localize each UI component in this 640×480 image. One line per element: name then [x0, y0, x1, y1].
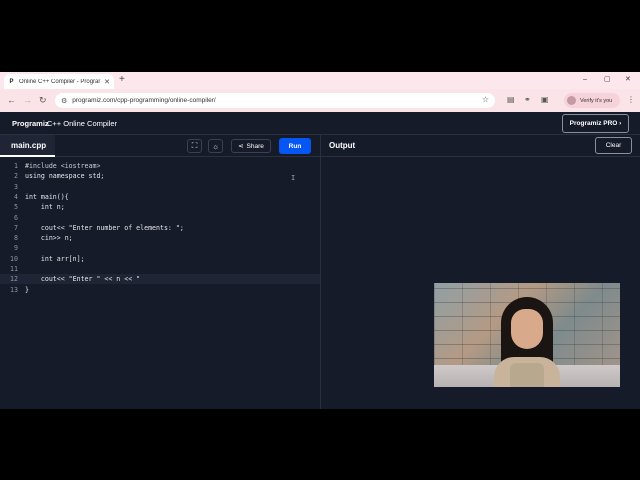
fullscreen-icon[interactable]: ⛶: [187, 139, 202, 153]
line-number: 6: [14, 213, 18, 222]
run-button[interactable]: Run: [279, 138, 311, 154]
maximize-button[interactable]: ▢: [604, 74, 611, 86]
tab-title: Online C++ Compiler - Prograr: [19, 78, 101, 85]
code-line[interactable]: 13}: [0, 285, 320, 295]
site-info-icon[interactable]: ⚙: [61, 97, 67, 105]
code-text[interactable]: cout<< "Enter " << n << ": [25, 274, 140, 284]
screenshot-icon[interactable]: ▣: [541, 95, 549, 105]
code-text[interactable]: cout<< "Enter number of elements: ";: [25, 223, 184, 233]
programiz-pro-button[interactable]: Programiz PRO ›: [562, 114, 629, 133]
page-title: C++ Online Compiler: [47, 119, 118, 128]
clear-button[interactable]: Clear: [595, 137, 632, 154]
url-text: programiz.com/cpp-programming/online-com…: [72, 97, 216, 104]
webcam-person-top: [510, 363, 544, 387]
line-number: 9: [14, 244, 18, 253]
code-text[interactable]: }: [25, 285, 29, 295]
theme-toggle-icon[interactable]: ☼: [208, 139, 223, 153]
close-window-button[interactable]: ✕: [625, 74, 631, 86]
line-number: 10: [10, 254, 18, 263]
code-text[interactable]: using namespace std;: [25, 171, 104, 181]
profile-button[interactable]: Verify it's you: [564, 93, 620, 108]
code-text[interactable]: int arr[n];: [25, 254, 85, 264]
code-line[interactable]: 5 int n;: [0, 202, 320, 212]
line-number: 2: [14, 172, 18, 181]
code-line[interactable]: 1 #include <iostream>: [0, 161, 320, 171]
line-number: 12: [10, 275, 18, 284]
share-button[interactable]: ⋖ Share: [231, 139, 271, 153]
browser-tab[interactable]: P Online C++ Compiler - Prograr ✕: [4, 74, 114, 89]
address-bar[interactable]: ⚙ programiz.com/cpp-programming/online-c…: [55, 93, 495, 108]
code-line[interactable]: 10 int arr[n];: [0, 254, 320, 264]
webcam-person-face: [511, 309, 543, 349]
avatar: [567, 96, 576, 105]
code-text[interactable]: #include <iostream>: [25, 161, 100, 171]
app-header: Programiz C++ Online Compiler Programiz …: [0, 112, 640, 135]
webcam-overlay: [434, 283, 620, 387]
bookmark-star-icon[interactable]: ☆: [482, 95, 489, 104]
profile-label: Verify it's you: [580, 97, 613, 104]
link-icon[interactable]: ⚭: [524, 95, 531, 105]
output-header: Output Clear: [320, 135, 640, 157]
reload-button[interactable]: ↻: [39, 94, 47, 106]
programiz-favicon-icon: P: [9, 78, 14, 85]
line-number: 5: [14, 203, 18, 212]
line-number: 1: [14, 162, 18, 170]
code-line[interactable]: 6: [0, 213, 320, 223]
code-text[interactable]: int main(){: [25, 192, 69, 202]
code-line[interactable]: 9: [0, 243, 320, 253]
code-line[interactable]: 8 cin>> n;: [0, 233, 320, 243]
output-label: Output: [329, 141, 356, 150]
forward-button[interactable]: →: [23, 94, 32, 106]
browser-toolbar: ← → ↻ ⚙ programiz.com/cpp-programming/on…: [0, 89, 640, 112]
new-tab-button[interactable]: +: [119, 74, 125, 86]
code-line[interactable]: 12 cout<< "Enter " << n << ": [0, 274, 320, 285]
line-number: 13: [10, 285, 18, 294]
code-text[interactable]: int n;: [25, 202, 65, 212]
print-icon[interactable]: ▤: [507, 95, 515, 105]
code-line[interactable]: 3: [0, 182, 320, 192]
tab-close-icon[interactable]: ✕: [104, 78, 110, 86]
file-tab-main-cpp[interactable]: main.cpp: [0, 135, 55, 157]
line-number: 7: [14, 223, 18, 232]
tab-bar: P Online C++ Compiler - Prograr ✕ + – ▢ …: [0, 72, 640, 89]
code-line[interactable]: 7 cout<< "Enter number of elements: ";: [0, 223, 320, 233]
line-number: 3: [14, 182, 18, 191]
code-text[interactable]: cin>> n;: [25, 233, 73, 243]
browser-menu-icon[interactable]: ⋮: [627, 95, 635, 104]
line-number: 8: [14, 234, 18, 243]
minimize-button[interactable]: –: [583, 74, 587, 86]
share-label: Share: [246, 142, 264, 150]
code-line[interactable]: 11: [0, 264, 320, 274]
back-button[interactable]: ←: [7, 94, 16, 106]
editor-header: main.cpp ⛶ ☼ ⋖ Share Run: [0, 135, 320, 157]
browser-chrome: P Online C++ Compiler - Prograr ✕ + – ▢ …: [0, 72, 640, 112]
code-line[interactable]: 4 int main(){: [0, 192, 320, 202]
code-editor[interactable]: I 1 #include <iostream> 2 using namespace s…: [0, 157, 320, 409]
line-number: 4: [14, 192, 18, 201]
code-line[interactable]: 2 using namespace std;: [0, 171, 320, 181]
line-number: 11: [10, 265, 18, 273]
programiz-logo[interactable]: Programiz: [12, 119, 49, 128]
share-icon: ⋖: [238, 143, 244, 150]
